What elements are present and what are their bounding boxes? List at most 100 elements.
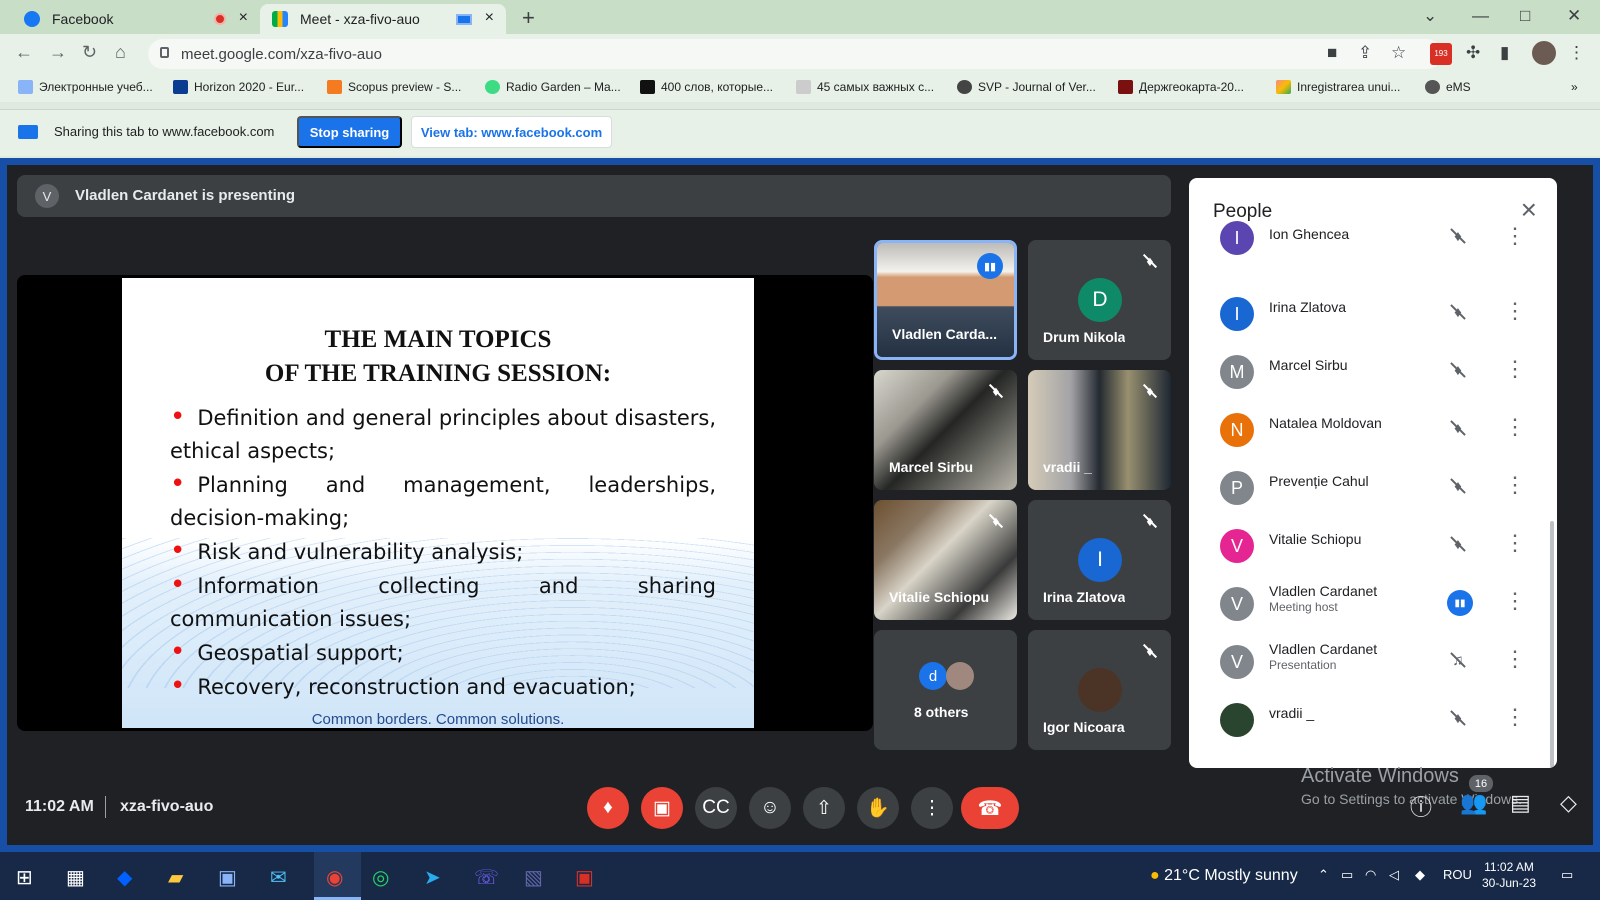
more-options-icon[interactable]: ⋮ <box>1504 356 1526 382</box>
close-window-icon[interactable]: ✕ <box>1567 6 1581 26</box>
others-tile[interactable]: d 8 others <box>874 630 1017 750</box>
bookmark-5[interactable]: 400 слов, которые... <box>640 80 773 94</box>
back-icon[interactable]: ← <box>15 42 33 63</box>
person-row[interactable]: V Vladlen Cardanet Presentation ♫ ⋮ <box>1189 633 1557 690</box>
participant-tile[interactable]: ♦ vradii _ <box>1028 370 1171 490</box>
dropbox-tray-icon[interactable]: ◆ <box>1415 867 1425 883</box>
person-row[interactable]: V Vladlen Cardanet Meeting host ▮▮ ⋮ <box>1189 575 1557 632</box>
minimize-icon[interactable]: — <box>1472 6 1489 26</box>
address-bar[interactable]: meet.google.com/xza-fivo-auo <box>148 39 1442 69</box>
leave-call-icon[interactable]: ☎ <box>961 787 1019 829</box>
activities-icon[interactable]: ◇ <box>1560 790 1577 816</box>
bookmark-8[interactable]: Держгеокарта-20... <box>1118 80 1244 94</box>
chrome-icon[interactable]: ◉ <box>326 865 343 890</box>
volume-icon[interactable]: ◁ <box>1389 867 1399 883</box>
more-options-icon[interactable]: ⋮ <box>1504 646 1526 672</box>
person-row[interactable]: V Vitalie Schiopu ♦ ⋮ <box>1189 517 1557 574</box>
bookmark-3[interactable]: Scopus preview - S... <box>327 80 461 94</box>
share-icon[interactable]: ⇪ <box>1358 43 1372 63</box>
more-options-icon[interactable]: ⋮ <box>1504 704 1526 730</box>
person-row[interactable]: I Irina Zlatova ♦ ⋮ <box>1189 285 1557 342</box>
extension-badge[interactable]: 193 <box>1430 43 1452 65</box>
person-row[interactable]: M Marcel Sirbu ♦ ⋮ <box>1189 343 1557 400</box>
bookmark-2[interactable]: Horizon 2020 - Eur... <box>173 80 304 94</box>
notification-icon[interactable]: ▭ <box>1561 867 1573 883</box>
more-options-icon[interactable]: ⋮ <box>1504 588 1526 614</box>
task-view-icon[interactable]: ▦ <box>66 865 85 890</box>
new-tab-icon[interactable]: + <box>522 5 535 31</box>
close-icon[interactable]: × <box>1521 194 1537 226</box>
mail-icon[interactable]: ✉ <box>270 865 287 890</box>
taskbar-clock[interactable]: 11:02 AM 30-Jun-23 <box>1482 859 1536 891</box>
chat-icon[interactable]: ▤ <box>1510 790 1531 816</box>
raise-hand-icon[interactable]: ✋ <box>857 787 899 829</box>
bookmark-star-icon[interactable]: ☆ <box>1391 43 1406 63</box>
battery-icon[interactable]: ▭ <box>1341 867 1353 883</box>
people-scrollbar[interactable] <box>1550 521 1554 768</box>
people-icon[interactable]: 👥 <box>1460 790 1487 816</box>
person-row[interactable]: P Prevenție Cahul ♦ ⋮ <box>1189 459 1557 516</box>
emoji-icon[interactable]: ☺ <box>749 787 791 829</box>
bookmark-10[interactable]: eMS <box>1425 80 1471 94</box>
hidden-icons-icon[interactable]: ⌃ <box>1318 867 1329 883</box>
home-icon[interactable]: ⌂ <box>115 42 126 63</box>
viber-icon[interactable]: ☏ <box>474 865 499 890</box>
tab-search-icon[interactable]: ⌄ <box>1423 6 1437 26</box>
keyboard-language[interactable]: ROU <box>1443 867 1472 882</box>
microphone-off-icon[interactable]: ♦ <box>587 787 629 829</box>
captions-icon[interactable]: CC <box>695 787 737 829</box>
windows-start-icon[interactable]: ⊞ <box>16 865 33 890</box>
participant-tile[interactable]: ♦ Marcel Sirbu <box>874 370 1017 490</box>
maximize-icon[interactable]: □ <box>1520 6 1530 26</box>
stop-sharing-button[interactable]: Stop sharing <box>297 116 402 148</box>
presentation-app-icon[interactable]: ▣ <box>575 865 594 890</box>
teams-icon[interactable]: ▧ <box>524 865 543 890</box>
more-options-icon[interactable]: ⋮ <box>1504 530 1526 556</box>
more-options-icon[interactable]: ⋮ <box>1504 472 1526 498</box>
participant-tile[interactable]: ♦ D Drum Nikola <box>1028 240 1171 360</box>
close-tab-icon[interactable]: × <box>485 9 494 27</box>
participant-tile[interactable]: ♦ I Irina Zlatova <box>1028 500 1171 620</box>
bookmark-4[interactable]: Radio Garden – Ma... <box>485 80 621 94</box>
file-explorer-icon[interactable]: ▰ <box>168 865 183 890</box>
more-options-icon[interactable]: ⋮ <box>1504 414 1526 440</box>
bookmark-1[interactable]: Электронные учеб... <box>18 80 153 94</box>
clock-date: 30-Jun-23 <box>1482 876 1537 890</box>
camera-icon[interactable]: ■ <box>1327 43 1337 63</box>
weather-widget[interactable]: ● 21°C Mostly sunny <box>1150 867 1298 885</box>
side-panel-icon[interactable]: ▮ <box>1500 43 1509 63</box>
store-icon[interactable]: ▣ <box>218 865 237 890</box>
more-options-icon[interactable]: ⋮ <box>1504 298 1526 324</box>
extensions-icon[interactable]: ✣ <box>1466 43 1480 63</box>
person-row[interactable]: vradii _ ♦ ⋮ <box>1189 691 1557 748</box>
person-row[interactable]: N Natalea Moldovan ♦ ⋮ <box>1189 401 1557 458</box>
meeting-details-icon[interactable]: ⓘ <box>1410 790 1432 822</box>
tab-meet[interactable]: Meet - xza-fivo-auo × <box>260 4 506 34</box>
chrome-menu-icon[interactable]: ⋮ <box>1568 43 1585 63</box>
forward-icon[interactable]: → <box>49 42 67 63</box>
reload-icon[interactable]: ↻ <box>82 42 97 63</box>
network-icon[interactable]: ◠ <box>1365 867 1376 883</box>
others-count: 8 others <box>914 704 969 720</box>
profile-avatar[interactable] <box>1532 41 1556 65</box>
bookmarks-overflow[interactable]: » <box>1571 80 1578 94</box>
more-options-icon[interactable]: ⋮ <box>911 787 953 829</box>
whatsapp-icon[interactable]: ◎ <box>372 865 389 890</box>
present-now-icon[interactable]: ⇧ <box>803 787 845 829</box>
view-shared-tab-button[interactable]: View tab: www.facebook.com <box>411 116 612 148</box>
participant-tile[interactable]: ♦ Igor Nicoara <box>1028 630 1171 750</box>
camera-off-icon[interactable]: ▣ <box>641 787 683 829</box>
weather-temperature: 21°C <box>1164 867 1200 884</box>
more-options-icon[interactable]: ⋮ <box>1504 223 1526 249</box>
bookmark-6[interactable]: 45 самых важных с... <box>796 80 934 94</box>
person-row[interactable]: I Ion Ghencea ♦ ⋮ <box>1189 221 1557 283</box>
bookmark-7[interactable]: SVP - Journal of Ver... <box>957 80 1096 94</box>
bookmark-9[interactable]: Inregistrarea unui... <box>1276 80 1400 94</box>
dropbox-icon[interactable]: ◆ <box>117 865 132 890</box>
telegram-icon[interactable]: ➤ <box>424 865 441 890</box>
participant-tile[interactable]: ♦ Vitalie Schiopu <box>874 500 1017 620</box>
presentation-stage[interactable]: THE MAIN TOPICS OF THE TRAINING SESSION:… <box>17 275 873 731</box>
participant-tile[interactable]: ▮▮ Vladlen Carda... <box>874 240 1017 360</box>
tab-facebook[interactable]: Facebook × <box>12 4 260 34</box>
close-tab-icon[interactable]: × <box>239 9 248 27</box>
